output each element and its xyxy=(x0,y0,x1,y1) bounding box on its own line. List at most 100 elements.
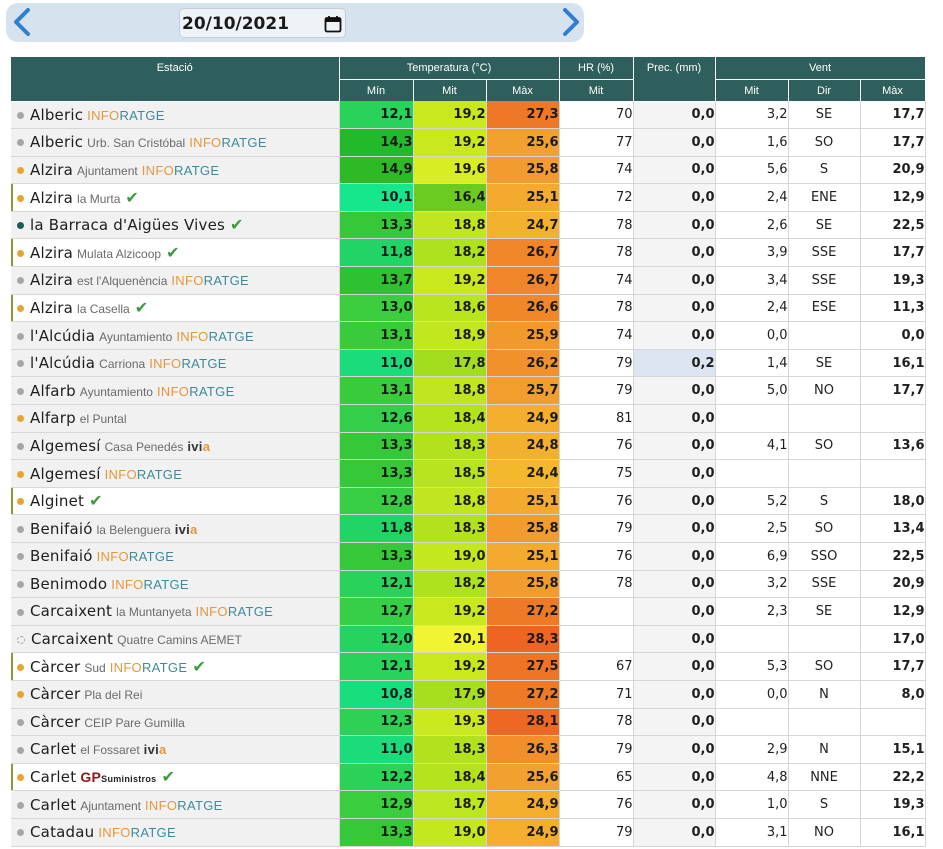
station-name: Càrcer xyxy=(30,657,81,676)
station-cell[interactable]: Catadau INFORATGE xyxy=(11,818,340,847)
precipitation-cell: 0,0 xyxy=(633,818,716,847)
table-row[interactable]: Algemesí Casa Penedés ivia 13,3 18,3 24,8 76 0,… xyxy=(11,432,926,461)
logo-part: RATGE xyxy=(208,328,254,344)
temp-min-cell: 13,1 xyxy=(339,376,414,406)
station-cell[interactable]: Algemesí INFORATGE xyxy=(11,459,340,488)
wind-dir-cell: SE xyxy=(788,349,861,378)
table-row[interactable]: la Barraca d'Aigües Vives ✔ 13,3 18,8 24,7 78… xyxy=(11,211,926,240)
station-cell[interactable]: Carlet GPSuministros ✔ xyxy=(11,763,340,792)
table-row[interactable]: Carcaixent Quatre Camins AEMET 12,0 20,1 28,… xyxy=(11,625,926,654)
table-row[interactable]: l'Alcúdia Ayuntamiento INFORATGE 13,1 18,9 25… xyxy=(11,321,926,350)
col-temp-mit[interactable]: Mit xyxy=(413,79,487,101)
table-row[interactable]: l'Alcúdia Carriona INFORATGE 11,0 17,8 26,2 79… xyxy=(11,349,926,378)
table-row[interactable]: Carlet Ajuntament INFORATGE 12,9 18,7 24,9 76 0… xyxy=(11,790,926,819)
wind-max-cell: 17,7 xyxy=(860,101,926,130)
table-row[interactable]: Carcaixent la Muntanyeta INFORATGE 12,7 19,2… xyxy=(11,597,926,626)
table-row[interactable]: Carlet el Fossaret ivia 11,0 18,3 26,3 79 0,0 2,… xyxy=(11,735,926,764)
station-cell[interactable]: Alfarp el Puntal xyxy=(11,404,340,433)
station-cell[interactable]: Carlet el Fossaret ivia xyxy=(11,735,340,764)
col-precipitation-header[interactable]: Prec. (mm) xyxy=(633,57,716,102)
station-cell[interactable]: Alberic INFORATGE xyxy=(11,101,340,130)
station-cell[interactable]: Benimodo INFORATGE xyxy=(11,570,340,599)
station-cell[interactable]: Benifaió INFORATGE xyxy=(11,542,340,571)
wind-dir-cell xyxy=(788,459,861,488)
table-row[interactable]: Alzira la Casella ✔ 13,0 18,6 26,6 78 0,0 2,4 ESE… xyxy=(11,294,926,323)
station-sublocation: CEIP Pare Gumilla xyxy=(84,715,185,730)
col-humidity-header[interactable]: HR (%) xyxy=(559,57,634,80)
station-cell[interactable]: la Barraca d'Aigües Vives ✔ xyxy=(11,211,340,240)
table-row[interactable]: Alberic Urb. San Cristóbal INFORATGE 14,3 19… xyxy=(11,128,926,157)
table-row[interactable]: Alfarb Ayuntamiento INFORATGE 13,1 18,8 25,7 7… xyxy=(11,376,926,406)
precipitation-cell: 0,0 xyxy=(633,597,716,626)
station-cell[interactable]: Alginet ✔ xyxy=(11,487,340,516)
station-cell[interactable]: l'Alcúdia Carriona INFORATGE xyxy=(11,349,340,378)
table-row[interactable]: Càrcer CEIP Pare Gumilla 12,3 19,3 28,1 78 0,0 xyxy=(11,708,926,737)
humidity-cell: 79 xyxy=(559,349,634,378)
temp-max-cell: 25,8 xyxy=(486,156,560,185)
col-station-header[interactable]: Estació xyxy=(11,57,340,102)
col-wind-dir[interactable]: Dir xyxy=(788,79,861,101)
wind-mit-cell xyxy=(715,708,789,737)
table-row[interactable]: Carlet GPSuministros ✔ 12,2 18,4 25,6 65 0,0 4,8… xyxy=(11,763,926,792)
col-wind-max[interactable]: Màx xyxy=(860,79,926,101)
station-cell[interactable]: Alfarb Ayuntamiento INFORATGE xyxy=(11,376,340,406)
humidity-cell: 74 xyxy=(559,321,634,350)
precipitation-cell: 0,0 xyxy=(633,514,716,543)
table-row[interactable]: Alberic INFORATGE 12,1 19,2 27,3 70 0,0 3,2 SE 17… xyxy=(11,101,926,130)
humidity-cell: 79 xyxy=(559,514,634,543)
temp-min-cell: 13,3 xyxy=(339,542,414,571)
wind-dir-cell: N xyxy=(788,735,861,764)
temp-min-cell: 11,8 xyxy=(339,514,414,543)
calendar-icon[interactable] xyxy=(324,15,342,33)
chevron-right-icon[interactable] xyxy=(555,7,585,37)
col-wind-mit[interactable]: Mit xyxy=(715,79,789,101)
table-row[interactable]: Benimodo INFORATGE 12,1 18,2 25,8 78 0,0 3,2 SSE… xyxy=(11,570,926,599)
station-cell[interactable]: Càrcer Sud INFORATGE ✔ xyxy=(11,652,340,681)
logo-part: INFO xyxy=(87,107,120,123)
chevron-left-icon[interactable] xyxy=(8,7,38,37)
temp-max-cell: 24,9 xyxy=(486,818,560,847)
station-name: Alzira xyxy=(30,271,74,290)
col-wind-header[interactable]: Vent xyxy=(715,57,926,80)
wind-mit-cell: 5,6 xyxy=(715,156,789,185)
station-cell[interactable]: Carcaixent Quatre Camins AEMET xyxy=(11,625,340,654)
station-cell[interactable]: Algemesí Casa Penedés ivia xyxy=(11,432,340,461)
col-hum-mit[interactable]: Mit xyxy=(559,79,634,101)
station-cell[interactable]: Alzira Mulata Alzicoop ✔ xyxy=(11,238,340,268)
col-temperature-header[interactable]: Temperatura (°C) xyxy=(339,57,560,80)
status-dot-icon xyxy=(17,249,24,257)
wind-max-cell: 20,9 xyxy=(860,156,926,185)
col-temp-min[interactable]: Mín xyxy=(339,79,414,101)
table-row[interactable]: Benifaió INFORATGE 13,3 19,0 25,1 76 0,0 6,9 SSO… xyxy=(11,542,926,571)
table-row[interactable]: Alzira Mulata Alzicoop ✔ 11,8 18,2 26,7 78 0,0 3… xyxy=(11,238,926,268)
wind-dir-cell: SO xyxy=(788,432,861,461)
table-row[interactable]: Algemesí INFORATGE 13,3 18,5 24,4 75 0,0 xyxy=(11,459,926,488)
table-row[interactable]: Alfarp el Puntal 12,6 18,4 24,9 81 0,0 xyxy=(11,404,926,433)
station-cell[interactable]: Alzira la Murta ✔ xyxy=(11,183,340,212)
station-cell[interactable]: Càrcer CEIP Pare Gumilla xyxy=(11,708,340,737)
station-cell[interactable]: Alzira la Casella ✔ xyxy=(11,294,340,323)
table-row[interactable]: Càrcer Sud INFORATGE ✔ 12,1 19,2 27,5 67 0,0 5,3 S… xyxy=(11,652,926,681)
wind-dir-cell: S xyxy=(788,790,861,819)
table-row[interactable]: Alginet ✔ 12,8 18,8 25,1 76 0,0 5,2 S 18,0 xyxy=(11,487,926,516)
station-cell[interactable]: l'Alcúdia Ayuntamiento INFORATGE xyxy=(11,321,340,350)
table-row[interactable]: Alzira est l'Alquenència INFORATGE 13,7 19,2… xyxy=(11,266,926,295)
station-cell[interactable]: Carlet Ajuntament INFORATGE xyxy=(11,790,340,819)
station-cell[interactable]: Alzira est l'Alquenència INFORATGE xyxy=(11,266,340,295)
table-row[interactable]: Càrcer Pla del Rei 10,8 17,9 27,2 71 0,0 0,0 N 8,… xyxy=(11,680,926,709)
station-cell[interactable]: Alzira Ajuntament INFORATGE xyxy=(11,156,340,185)
table-row[interactable]: Benifaió la Belenguera ivia 11,8 18,3 25,8 79 0… xyxy=(11,514,926,543)
table-row[interactable]: Catadau INFORATGE 13,3 19,0 24,9 79 0,0 3,1 NO 16… xyxy=(11,818,926,847)
station-name: Carlet xyxy=(30,768,77,787)
station-cell[interactable]: Benifaió la Belenguera ivia xyxy=(11,514,340,543)
station-cell[interactable]: Carcaixent la Muntanyeta INFORATGE xyxy=(11,597,340,626)
wind-mit-cell: 2,6 xyxy=(715,211,789,240)
temp-min-cell: 12,8 xyxy=(339,487,414,516)
col-temp-max[interactable]: Màx xyxy=(486,79,560,101)
table-row[interactable]: Alzira Ajuntament INFORATGE 14,9 19,6 25,8 74 0… xyxy=(11,156,926,185)
station-cell[interactable]: Càrcer Pla del Rei xyxy=(11,680,340,709)
date-input[interactable]: 20/10/2021 xyxy=(179,8,346,38)
station-cell[interactable]: Alberic Urb. San Cristóbal INFORATGE xyxy=(11,128,340,157)
table-row[interactable]: Alzira la Murta ✔ 10,1 16,4 25,1 72 0,0 2,4 ENE 12… xyxy=(11,183,926,212)
temp-mit-cell: 18,9 xyxy=(413,321,487,350)
